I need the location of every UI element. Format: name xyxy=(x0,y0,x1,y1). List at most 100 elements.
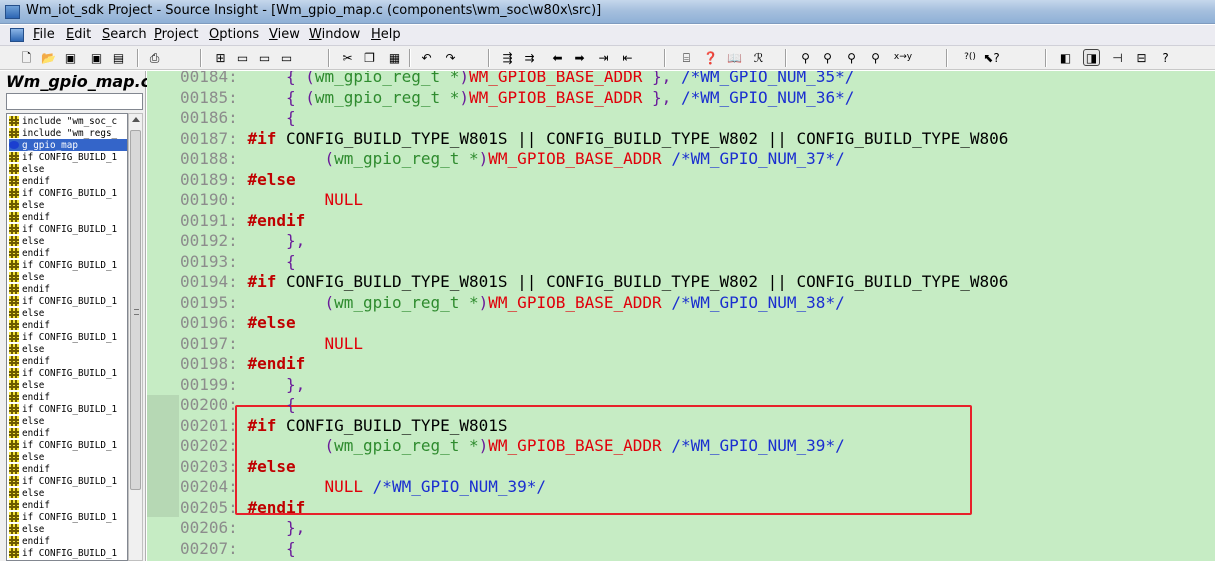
code-line[interactable]: 00196: #else xyxy=(180,313,296,334)
code-line[interactable]: 00200: { xyxy=(180,395,296,416)
symbol-list-item[interactable]: if CONFIG_BUILD_1 xyxy=(9,547,127,559)
context-icon[interactable]: ℛ xyxy=(750,49,767,66)
symbol-list-item[interactable]: include "wm_regs_ xyxy=(9,127,127,139)
code-line[interactable]: 00195: (wm_gpio_reg_t *)WM_GPIOB_BASE_AD… xyxy=(180,293,845,314)
code-line[interactable]: 00188: (wm_gpio_reg_t *)WM_GPIOB_BASE_AD… xyxy=(180,149,845,170)
symbol-list-item[interactable]: else xyxy=(9,415,127,427)
symbol-list-item[interactable]: if CONFIG_BUILD_1 xyxy=(9,475,127,487)
bookmark-next-icon[interactable]: ⇉ xyxy=(521,49,538,66)
symbol-list-item[interactable]: g_gpio_map xyxy=(9,139,127,151)
code-line[interactable]: 00189: #else xyxy=(180,170,296,191)
symbol-list-item[interactable]: endif xyxy=(9,283,127,295)
bookmark-icon[interactable]: ⇶ xyxy=(499,49,516,66)
back-icon[interactable]: ⬅ xyxy=(549,49,566,66)
symbol-list-item[interactable]: if CONFIG_BUILD_1 xyxy=(9,403,127,415)
symbol-list-item[interactable]: else xyxy=(9,235,127,247)
code-line[interactable]: 00201: #if CONFIG_BUILD_TYPE_W801S xyxy=(180,416,508,437)
symbol-list-item[interactable]: endif xyxy=(9,247,127,259)
symbol-filter-input[interactable] xyxy=(6,93,143,110)
code-line[interactable]: 00192: }, xyxy=(180,231,305,252)
split-icon[interactable]: ▭ xyxy=(256,49,273,66)
code-line[interactable]: 00190: NULL xyxy=(180,190,363,211)
code-line[interactable]: 00187: #if CONFIG_BUILD_TYPE_W801S || CO… xyxy=(180,129,1008,150)
code-line[interactable]: 00207: { xyxy=(180,539,296,560)
code-line[interactable]: 00199: }, xyxy=(180,375,305,396)
symbol-list-item[interactable]: if CONFIG_BUILD_1 xyxy=(9,439,127,451)
scroll-up-arrow-icon[interactable] xyxy=(132,117,140,122)
reference-icon[interactable]: 📖 xyxy=(726,49,743,66)
symbol-list-item[interactable]: endif xyxy=(9,175,127,187)
symbol-window-icon[interactable]: ⊣ xyxy=(1109,49,1126,66)
context-window-icon[interactable]: ◨ xyxy=(1083,49,1100,66)
symbol-list-item[interactable]: endif xyxy=(9,319,127,331)
symbol-list-item[interactable]: if CONFIG_BUILD_1 xyxy=(9,367,127,379)
symbol-list-item[interactable]: else xyxy=(9,523,127,535)
new-file-icon[interactable]: 🗋 xyxy=(18,49,35,66)
relation-window-icon[interactable]: ◧ xyxy=(1057,49,1074,66)
symbol-list-item[interactable]: else xyxy=(9,451,127,463)
find-files-icon[interactable]: ⚲ xyxy=(867,49,884,66)
code-line[interactable]: 00191: #endif xyxy=(180,211,305,232)
redo-icon[interactable]: ↷ xyxy=(442,49,459,66)
symbol-list-item[interactable]: endif xyxy=(9,499,127,511)
symbol-list-item[interactable]: if CONFIG_BUILD_1 xyxy=(9,295,127,307)
symbol-list-item[interactable]: else xyxy=(9,163,127,175)
undo-icon[interactable]: ↶ xyxy=(418,49,435,66)
symbol-list-item[interactable]: else xyxy=(9,379,127,391)
menu-edit[interactable]: Edit xyxy=(66,27,91,42)
cut-icon[interactable]: ✂ xyxy=(339,49,356,66)
help-window-icon[interactable]: ? xyxy=(1157,49,1174,66)
menu-options[interactable]: Options xyxy=(209,27,259,42)
code-line[interactable]: 00202: (wm_gpio_reg_t *)WM_GPIOB_BASE_AD… xyxy=(180,436,845,457)
find-icon[interactable]: ⚲ xyxy=(797,49,814,66)
symbol-list-item[interactable]: if CONFIG_BUILD_1 xyxy=(9,151,127,163)
menu-search[interactable]: Search xyxy=(102,27,147,42)
symbol-list-item[interactable]: endif xyxy=(9,463,127,475)
code-line[interactable]: 00205: #endif xyxy=(180,498,305,519)
code-line[interactable]: 00197: NULL xyxy=(180,334,363,355)
symbol-list-item[interactable]: else xyxy=(9,487,127,499)
tile-windows-icon[interactable]: ⊞ xyxy=(212,49,229,66)
menu-help[interactable]: Help xyxy=(371,27,401,42)
cascade-icon[interactable]: ▭ xyxy=(234,49,251,66)
copy-icon[interactable]: ❐ xyxy=(361,49,378,66)
scrollbar-thumb[interactable] xyxy=(130,130,141,490)
jump-out-icon[interactable]: ⇤ xyxy=(619,49,636,66)
symbol-list-item[interactable]: include "wm_soc_c xyxy=(9,115,127,127)
code-line[interactable]: 00185: { (wm_gpio_reg_t *)WM_GPIOB_BASE_… xyxy=(180,88,854,109)
symbol-list-item[interactable]: endif xyxy=(9,535,127,547)
code-line[interactable]: 00204: NULL /*WM_GPIO_NUM_39*/ xyxy=(180,477,546,498)
print-icon[interactable]: ⎙ xyxy=(146,49,163,66)
code-line[interactable]: 00193: { xyxy=(180,252,296,273)
save-all-icon[interactable]: ▣ xyxy=(88,49,105,66)
menu-project[interactable]: Project xyxy=(154,27,199,42)
find-prev-icon[interactable]: ⚲ xyxy=(843,49,860,66)
help-pointer-icon[interactable]: ⬉? xyxy=(983,49,1000,66)
open-file-icon[interactable]: 📂 xyxy=(40,49,57,66)
project-window-icon[interactable]: ⊟ xyxy=(1133,49,1150,66)
symbol-list-item[interactable]: if CONFIG_BUILD_1 xyxy=(9,223,127,235)
symbol-list-item[interactable]: endif xyxy=(9,355,127,367)
symbol-list-item[interactable]: else xyxy=(9,307,127,319)
symbol-list-item[interactable]: if CONFIG_BUILD_1 xyxy=(9,511,127,523)
symbol-info-icon[interactable]: ⌸ xyxy=(678,49,695,66)
symbol-list-item[interactable]: if CONFIG_BUILD_1 xyxy=(9,259,127,271)
code-line[interactable]: 00194: #if CONFIG_BUILD_TYPE_W801S || CO… xyxy=(180,272,1008,293)
lookup-icon[interactable]: ❓ xyxy=(702,49,719,66)
symbol-list-item[interactable]: else xyxy=(9,343,127,355)
symbol-list-item[interactable]: if CONFIG_BUILD_1 xyxy=(9,331,127,343)
symbol-list-item[interactable]: else xyxy=(9,271,127,283)
paste-icon[interactable]: ▦ xyxy=(386,49,403,66)
menu-window[interactable]: Window xyxy=(309,27,360,42)
find-next-icon[interactable]: ⚲ xyxy=(819,49,836,66)
save-icon[interactable]: ▣ xyxy=(62,49,79,66)
symbol-list-item[interactable]: endif xyxy=(9,391,127,403)
forward-icon[interactable]: ➡ xyxy=(571,49,588,66)
code-line[interactable]: 00206: }, xyxy=(180,518,305,539)
code-line[interactable]: 00198: #endif xyxy=(180,354,305,375)
help-query-icon[interactable]: ?() xyxy=(959,49,981,66)
symbol-list-item[interactable]: endif xyxy=(9,211,127,223)
document-menu-icon[interactable] xyxy=(10,28,24,42)
layout-icon[interactable]: ▭ xyxy=(278,49,295,66)
jump-in-icon[interactable]: ⇥ xyxy=(595,49,612,66)
